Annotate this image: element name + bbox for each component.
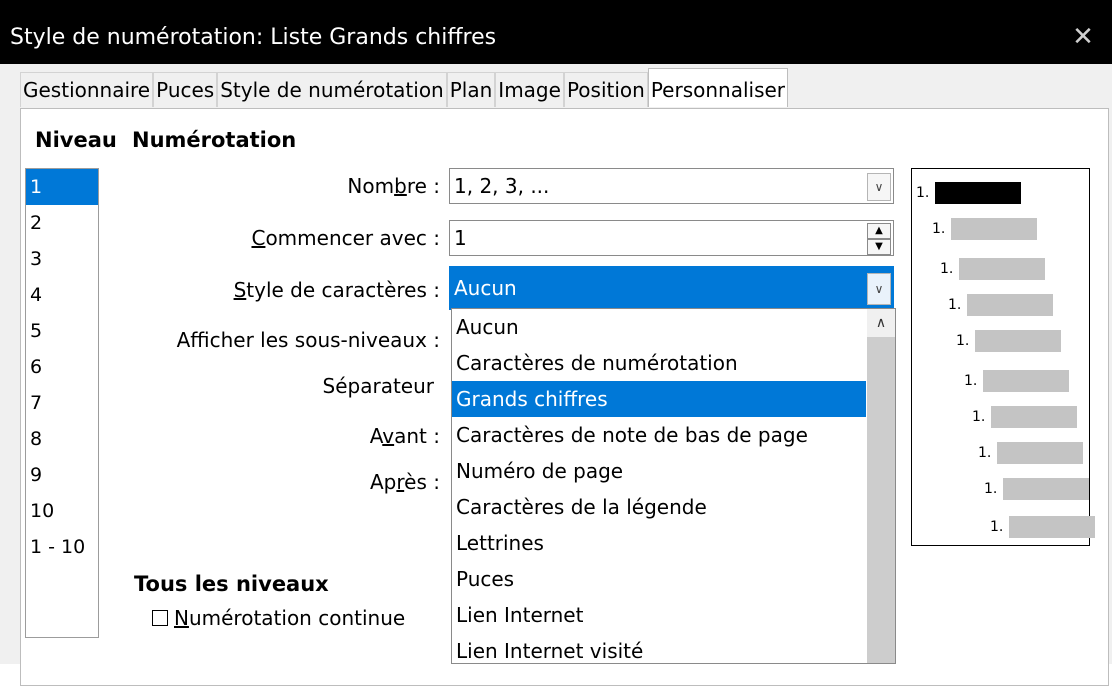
level-list[interactable]: 1 2 3 4 5 6 7 8 9 10 1 - 10 (25, 168, 99, 638)
dropdown-option[interactable]: Lien Internet (452, 597, 866, 633)
dropdown-option[interactable]: Lettrines (452, 525, 866, 561)
nombre-label: Nombre : (347, 174, 440, 198)
dropdown-option[interactable]: Caractères de numérotation (452, 345, 866, 381)
title-bar: Style de numérotation: Liste Grands chif… (0, 0, 1112, 64)
dropdown-option[interactable]: Caractères de la légende (452, 489, 866, 525)
preview-row: 1. (956, 329, 1062, 353)
avant-label: Avant : (369, 424, 440, 448)
preview-row: 1. (972, 405, 1078, 429)
commencer-value: 1 (454, 226, 467, 250)
preview-row: 1. (984, 477, 1090, 501)
tab-puces[interactable]: Puces (153, 72, 218, 107)
level-item[interactable]: 9 (26, 457, 98, 493)
preview-bar (951, 218, 1038, 240)
separateur-label: Séparateur (322, 374, 434, 398)
dropdown-option[interactable]: Caractères de note de bas de page (452, 417, 866, 453)
close-icon[interactable]: ✕ (1068, 22, 1098, 52)
dropdown-option[interactable]: Aucun (452, 309, 866, 345)
preview-bar (959, 258, 1046, 280)
level-item[interactable]: 7 (26, 385, 98, 421)
style-select[interactable]: Aucun ∨ (449, 266, 894, 310)
preview-bar (1003, 478, 1090, 500)
preview-bar (991, 406, 1078, 428)
level-item[interactable]: 6 (26, 349, 98, 385)
style-label: Style de caractères : (233, 278, 440, 302)
level-item[interactable]: 4 (26, 277, 98, 313)
preview-bar (997, 442, 1084, 464)
tab-position[interactable]: Position (563, 72, 648, 107)
checkbox-icon[interactable] (152, 610, 168, 626)
sous-niveaux-label: Afficher les sous-niveaux : (176, 328, 440, 352)
numbering-heading: Numérotation (132, 128, 297, 152)
nombre-select[interactable]: 1, 2, 3, ... ∨ (449, 168, 894, 204)
preview-bar (967, 294, 1054, 316)
arrow-down-icon[interactable]: ▼ (867, 239, 891, 255)
level-item[interactable]: 1 - 10 (26, 529, 98, 565)
numbering-preview: 1. 1. 1. 1. 1. 1. 1. 1. 1. 1. (911, 168, 1096, 546)
continuous-numbering-checkbox[interactable]: Numérotation continue (152, 606, 405, 630)
tab-plan[interactable]: Plan (446, 72, 496, 107)
tab-gestionnaire[interactable]: Gestionnaire (20, 72, 154, 107)
level-item[interactable]: 10 (26, 493, 98, 529)
tab-personnaliser[interactable]: Personnaliser (647, 68, 789, 107)
dropdown-option[interactable]: Numéro de page (452, 453, 866, 489)
all-levels-heading: Tous les niveaux (134, 572, 329, 596)
level-heading: Niveau (35, 128, 117, 152)
level-item[interactable]: 3 (26, 241, 98, 277)
chevron-up-icon[interactable]: ∧ (867, 309, 895, 337)
preview-row: 1. (948, 293, 1054, 317)
dialog-title: Style de numérotation: Liste Grands chif… (10, 25, 497, 50)
preview-row: 1. (932, 217, 1038, 241)
chevron-down-icon[interactable]: ∨ (867, 273, 891, 305)
dropdown-scrollbar[interactable]: ∧ (867, 309, 895, 663)
tab-bar: Gestionnaire Puces Style de numérotation… (20, 68, 789, 108)
style-dropdown-list[interactable]: Aucun Caractères de numérotation Grands … (451, 308, 896, 664)
chevron-down-icon[interactable]: ∨ (867, 173, 891, 201)
level-item[interactable]: 8 (26, 421, 98, 457)
level-item[interactable]: 5 (26, 313, 98, 349)
preview-row: 1. (916, 181, 1022, 205)
preview-bar (1009, 516, 1096, 538)
level-item[interactable]: 2 (26, 205, 98, 241)
apres-label: Après : (369, 470, 440, 494)
preview-row: 1. (990, 515, 1096, 539)
dropdown-option[interactable]: Puces (452, 561, 866, 597)
scroll-thumb[interactable] (867, 337, 895, 663)
dropdown-option[interactable]: Grands chiffres (452, 381, 866, 417)
tab-image[interactable]: Image (495, 72, 564, 107)
tab-style-de-numerotation[interactable]: Style de numérotation (217, 72, 447, 107)
preview-row: 1. (978, 441, 1084, 465)
preview-bar (975, 330, 1062, 352)
preview-bar (935, 182, 1022, 204)
level-item[interactable]: 1 (26, 169, 98, 205)
preview-bar (983, 370, 1070, 392)
commencer-label: Commencer avec : (251, 226, 440, 250)
style-value: Aucun (454, 276, 517, 300)
dropdown-option[interactable]: Lien Internet visité (452, 633, 866, 663)
nombre-value: 1, 2, 3, ... (454, 174, 550, 198)
preview-row: 1. (940, 257, 1046, 281)
commencer-spinbox[interactable]: 1 ▲ ▼ (449, 220, 894, 256)
preview-row: 1. (964, 369, 1070, 393)
arrow-up-icon[interactable]: ▲ (867, 223, 891, 239)
